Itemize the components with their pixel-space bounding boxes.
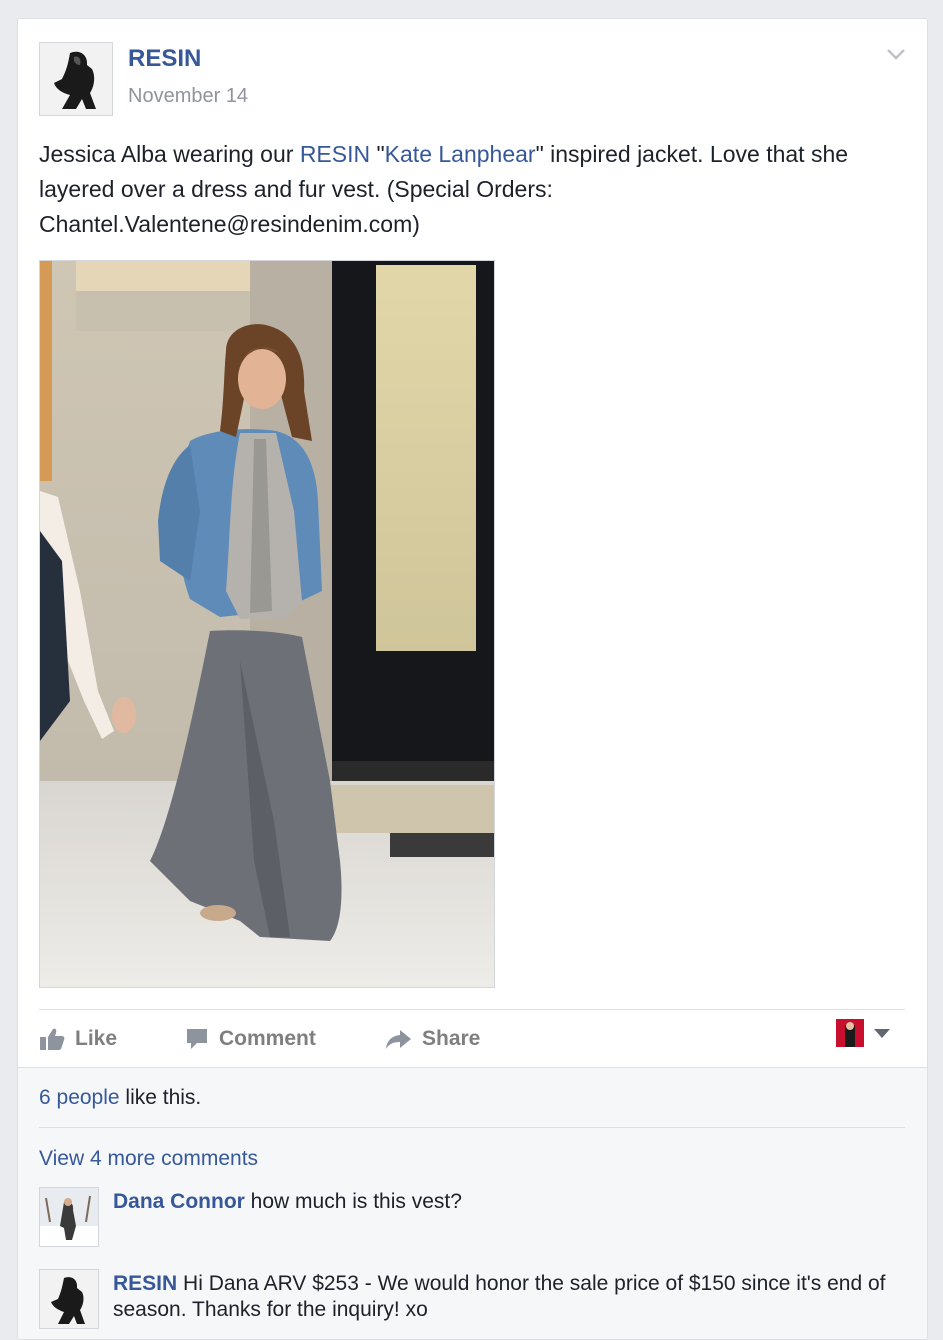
share-label: Share [422, 1027, 481, 1050]
post-text-part: Jessica Alba wearing our [39, 141, 300, 167]
likes-suffix: like this. [119, 1086, 202, 1109]
caret-down-icon[interactable] [874, 1029, 890, 1038]
post-card: RESIN November 14 Jessica Alba wearing o… [17, 18, 928, 1340]
commenter-avatar[interactable] [39, 1187, 99, 1247]
comment-author[interactable]: RESIN [113, 1272, 177, 1295]
photo-illustration [40, 261, 494, 987]
post-text-part: " [370, 141, 385, 167]
post-body: Jessica Alba wearing our RESIN "Kate Lan… [39, 137, 909, 242]
comment-body: how much is this vest? [244, 1190, 462, 1213]
person-link[interactable]: Kate Lanphear [385, 141, 536, 167]
like-label: Like [75, 1027, 118, 1050]
viewer-avatar[interactable] [836, 1019, 864, 1047]
share-arrow-icon [386, 1030, 411, 1049]
comment-button[interactable]: Comment [185, 1022, 316, 1056]
post-timestamp[interactable]: November 14 [128, 85, 248, 108]
chevron-down-icon[interactable] [884, 45, 908, 63]
comment-author[interactable]: Dana Connor [113, 1190, 245, 1213]
page-avatar[interactable] [39, 42, 113, 116]
likes-link[interactable]: 6 people [39, 1086, 120, 1109]
comments-divider [39, 1127, 905, 1128]
action-divider [39, 1009, 905, 1010]
comment-bubble-icon [187, 1029, 207, 1049]
brand-link[interactable]: RESIN [300, 141, 370, 167]
page-name[interactable]: RESIN [128, 45, 201, 73]
thumbs-up-icon [40, 1028, 65, 1050]
share-button[interactable]: Share [384, 1022, 480, 1056]
like-button[interactable]: Like [39, 1022, 117, 1056]
comment-label: Comment [219, 1027, 316, 1050]
likes-summary: 6 people like this. [39, 1086, 201, 1110]
comment-item: Dana Connor how much is this vest? [113, 1189, 903, 1215]
comment-item: RESIN Hi Dana ARV $253 - We would honor … [113, 1271, 903, 1323]
post-photo[interactable] [39, 260, 495, 988]
commenter-avatar[interactable] [39, 1269, 99, 1329]
view-more-comments-link[interactable]: View 4 more comments [39, 1147, 258, 1171]
